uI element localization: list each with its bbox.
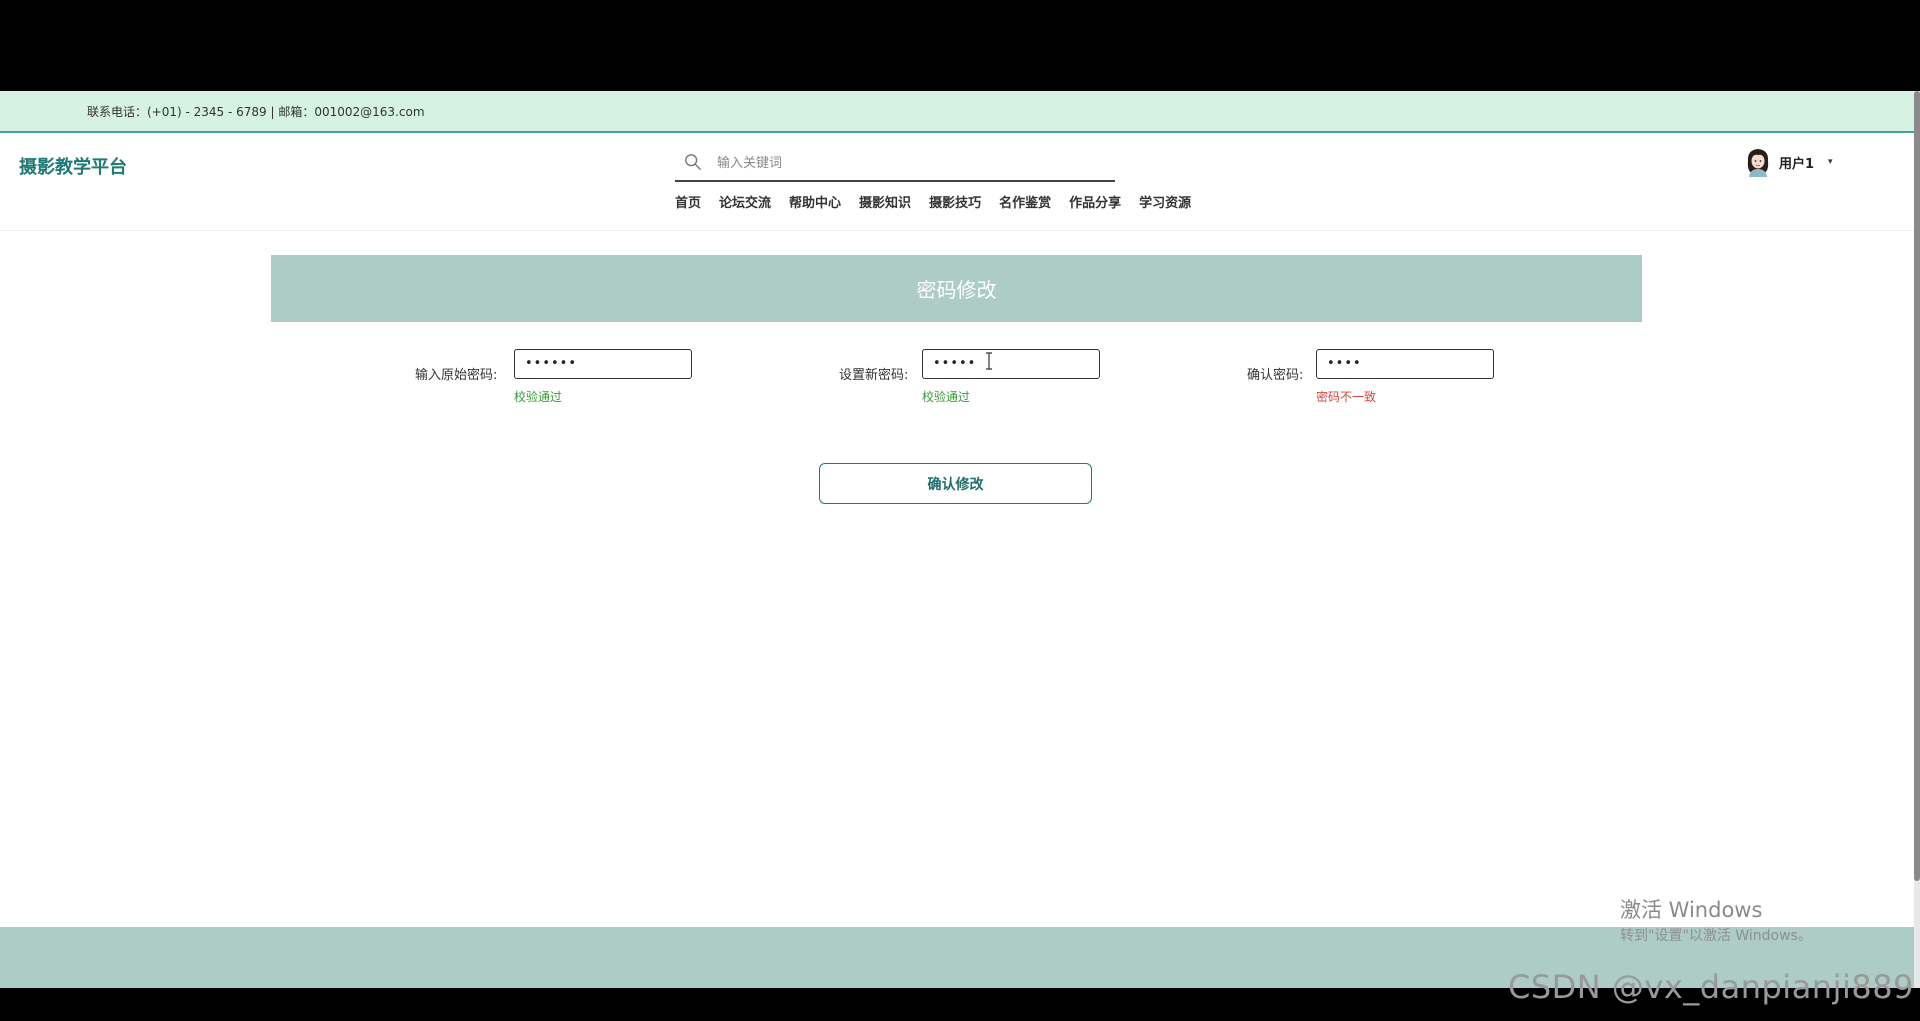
nav-item-home[interactable]: 首页 <box>675 192 701 216</box>
user-name: 用户1 <box>1779 156 1815 172</box>
confirm-password-hint: 密码不一致 <box>1316 390 1377 404</box>
nav-item-knowledge[interactable]: 摄影知识 <box>859 192 911 216</box>
nav-item-skills[interactable]: 摄影技巧 <box>929 192 981 216</box>
main-nav: 首页 论坛交流 帮助中心 摄影知识 摄影技巧 名作鉴赏 作品分享 学习资源 <box>675 192 1209 216</box>
text-cursor-icon <box>986 352 992 370</box>
page-title-banner: 密码修改 <box>271 255 1642 322</box>
old-password-field[interactable]: •••••• <box>514 349 692 379</box>
nav-item-help[interactable]: 帮助中心 <box>789 192 841 216</box>
avatar <box>1747 149 1769 177</box>
site-logo[interactable]: 摄影教学平台 <box>19 153 127 179</box>
old-password-label: 输入原始密码: <box>415 368 498 383</box>
search-icon[interactable] <box>684 153 702 171</box>
csdn-watermark: CSDN @vx_danpianji889 <box>1508 968 1914 1006</box>
windows-activation-title: 激活 Windows <box>1620 898 1763 922</box>
confirm-password-label: 确认密码: <box>1247 368 1304 383</box>
site-header: 摄影教学平台 用户1 ▾ 首页 论坛交流 帮助中心 <box>0 133 1914 231</box>
old-password-hint: 校验通过 <box>514 390 563 404</box>
user-menu[interactable]: 用户1 ▾ <box>1745 146 1833 178</box>
nav-item-works[interactable]: 作品分享 <box>1069 192 1121 216</box>
confirm-change-button[interactable]: 确认修改 <box>819 463 1092 504</box>
browser-viewport: 联系电话：(+01) - 2345 - 6789 | 邮箱：001002@163… <box>0 91 1914 988</box>
search-input[interactable] <box>715 149 1099 177</box>
nav-item-resources[interactable]: 学习资源 <box>1139 192 1191 216</box>
new-password-hint: 校验通过 <box>922 390 971 404</box>
vertical-scrollbar[interactable] <box>1914 91 1920 988</box>
scrollbar-thumb[interactable] <box>1914 91 1920 881</box>
top-contact-bar: 联系电话：(+01) - 2345 - 6789 | 邮箱：001002@163… <box>0 91 1914 133</box>
new-password-label: 设置新密码: <box>839 368 909 383</box>
chevron-down-icon[interactable]: ▾ <box>1828 157 1833 167</box>
new-password-field[interactable]: ••••• <box>922 349 1100 379</box>
confirm-password-field[interactable]: •••• <box>1316 349 1494 379</box>
search-bar <box>675 145 1115 182</box>
contact-info: 联系电话：(+01) - 2345 - 6789 | 邮箱：001002@163… <box>87 105 425 119</box>
nav-item-masterpieces[interactable]: 名作鉴赏 <box>999 192 1051 216</box>
nav-item-forum[interactable]: 论坛交流 <box>719 192 771 216</box>
windows-activation-subtitle: 转到"设置"以激活 Windows。 <box>1620 928 1812 944</box>
page-title: 密码修改 <box>916 278 997 302</box>
